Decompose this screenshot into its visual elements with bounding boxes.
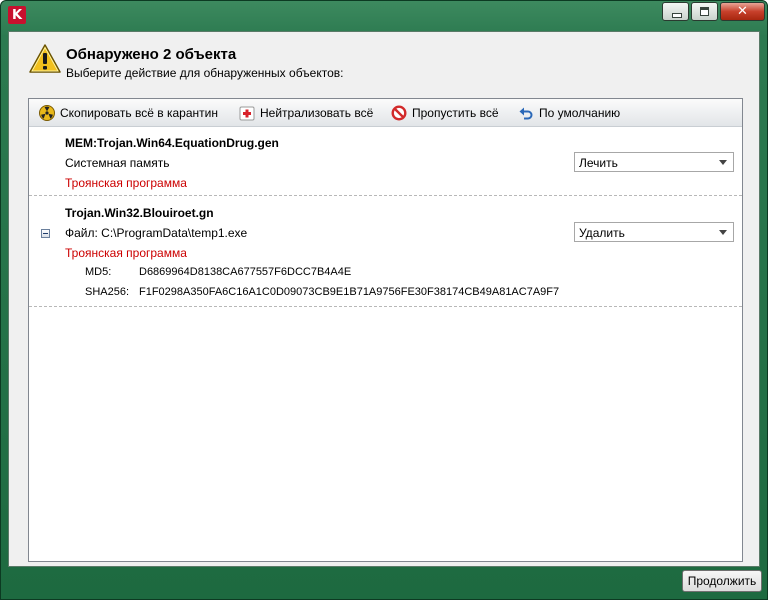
object-location: Системная память [65,156,170,170]
skip-all-button[interactable]: Пропустить всё [391,105,499,121]
default-action-label: По умолчанию [539,106,621,120]
action-select[interactable]: Удалить [574,222,734,242]
minimize-button[interactable] [662,2,689,21]
kaspersky-app-icon[interactable]: K [8,6,26,24]
quarantine-all-button[interactable]: Скопировать всё в карантин [39,105,218,121]
object-name: MEM:Trojan.Win64.EquationDrug.gen [65,136,279,150]
application-window: K ✕ Обнаружено 2 объекта Выберите действ… [0,0,768,600]
dialog-subtitle: Выберите действие для обнаруженных объек… [66,66,344,80]
neutralize-all-button[interactable]: Нейтрализовать всё [239,105,373,121]
detected-object-item[interactable]: MEM:Trojan.Win64.EquationDrug.gen Систем… [29,127,742,196]
title-bar[interactable]: K ✕ [1,1,767,31]
skip-all-label: Пропустить всё [412,106,499,120]
object-verdict: Троянская программа [65,176,187,190]
chevron-down-icon [719,160,727,165]
neutralize-all-label: Нейтрализовать всё [260,106,374,120]
close-icon: ✕ [737,4,748,19]
md5-value: D6869964D8138CA677557F6DCC7B4A4E [139,266,352,278]
first-aid-icon [239,106,255,121]
close-button[interactable]: ✕ [720,2,765,21]
undo-arrow-icon [519,107,533,120]
detected-object-item[interactable]: Trojan.Win32.Blouiroet.gn Файл: C:\Progr… [29,196,742,307]
continue-button[interactable]: Продолжить [682,570,762,592]
quarantine-all-label: Скопировать всё в карантин [60,106,218,120]
no-entry-icon [391,105,407,121]
actions-toolbar: Скопировать всё в карантин Нейтрализоват… [29,99,742,127]
object-location: Файл: C:\ProgramData\temp1.exe [65,226,248,240]
action-select[interactable]: Лечить [574,152,734,172]
action-select-value: Удалить [579,226,625,240]
object-verdict: Троянская программа [65,246,187,260]
dialog-content: Обнаружено 2 объекта Выберите действие д… [8,31,760,567]
md5-label: MD5: [85,266,112,278]
object-name: Trojan.Win32.Blouiroet.gn [65,206,214,220]
sha256-value: F1F0298A350FA6C16A1C0D09073CB9E1B71A9756… [139,286,560,298]
default-action-button[interactable]: По умолчанию [518,105,620,121]
dialog-header: Обнаружено 2 объекта Выберите действие д… [9,32,759,98]
sha256-label: SHA256: [85,286,130,298]
objects-panel: Скопировать всё в карантин Нейтрализоват… [28,98,743,562]
chevron-down-icon [719,230,727,235]
warning-triangle-icon [29,44,61,73]
action-select-value: Лечить [579,156,618,170]
maximize-button[interactable] [691,2,718,21]
collapse-minus-icon[interactable] [41,229,50,238]
dialog-title: Обнаружено 2 объекта [66,46,237,63]
biohazard-icon [39,105,55,121]
